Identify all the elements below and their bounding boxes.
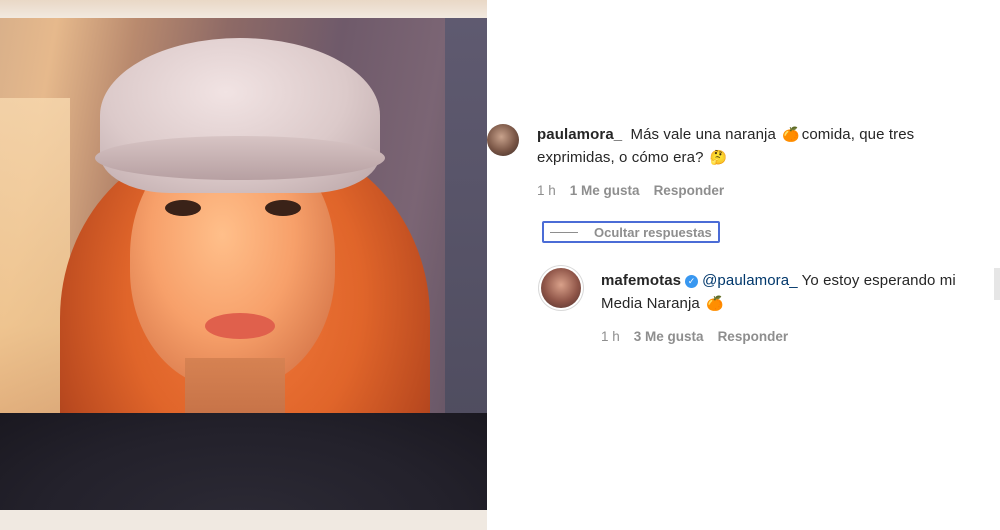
comment-avatar[interactable]	[487, 124, 519, 156]
hide-replies-label: Ocultar respuestas	[594, 224, 712, 240]
thinking-emoji: 🤔	[709, 149, 728, 165]
verified-badge-icon: ✓	[685, 275, 699, 288]
reply-mention[interactable]: @paulamora_	[702, 272, 798, 289]
post-photo	[0, 18, 487, 510]
reply-likes[interactable]: 3 Me gusta	[634, 329, 704, 344]
reply-username[interactable]: mafemotas	[601, 272, 681, 289]
comment-meta: 1 h 1 Me gusta Responder	[537, 183, 724, 198]
comment-text-part1: Más vale una naranja	[630, 126, 776, 143]
post-photo-area	[0, 0, 490, 530]
hide-replies-line	[550, 231, 578, 233]
hide-replies-button[interactable]: Ocultar respuestas	[542, 221, 720, 243]
comment-likes[interactable]: 1 Me gusta	[570, 183, 640, 198]
comment-username[interactable]: paulamora_	[537, 126, 622, 143]
reply-body: mafemotas ✓ @paulamora_ Yo estoy esperando…	[601, 269, 996, 315]
reply-time[interactable]: 1 h	[601, 329, 620, 344]
comment-text-line2: exprimidas, o cómo era?	[537, 149, 704, 166]
comment-reply-button[interactable]: Responder	[654, 183, 725, 198]
scrollbar[interactable]	[994, 268, 1000, 300]
reply-text-line2: Media Naranja	[601, 295, 700, 312]
photo-mouth	[205, 313, 275, 339]
photo-cap-brim	[95, 136, 385, 180]
comment-time[interactable]: 1 h	[537, 183, 556, 198]
photo-eye-left	[165, 200, 201, 216]
reply-avatar[interactable]	[541, 268, 581, 308]
reply-meta: 1 h 3 Me gusta Responder	[601, 329, 788, 344]
photo-eye-right	[265, 200, 301, 216]
comment-body: paulamora_ Más vale una naranja 🍊 comida,…	[537, 123, 977, 169]
reply-text-part1: Yo estoy esperando mi	[801, 272, 956, 289]
orange-emoji: 🍊	[782, 126, 800, 142]
reply-reply-button[interactable]: Responder	[718, 329, 789, 344]
orange-emoji: 🍊	[706, 295, 724, 311]
photo-shirt	[0, 413, 487, 510]
comment-text-part2: comida, que tres	[801, 126, 915, 143]
comments-panel: paulamora_ Más vale una naranja 🍊 comida,…	[487, 0, 1000, 530]
